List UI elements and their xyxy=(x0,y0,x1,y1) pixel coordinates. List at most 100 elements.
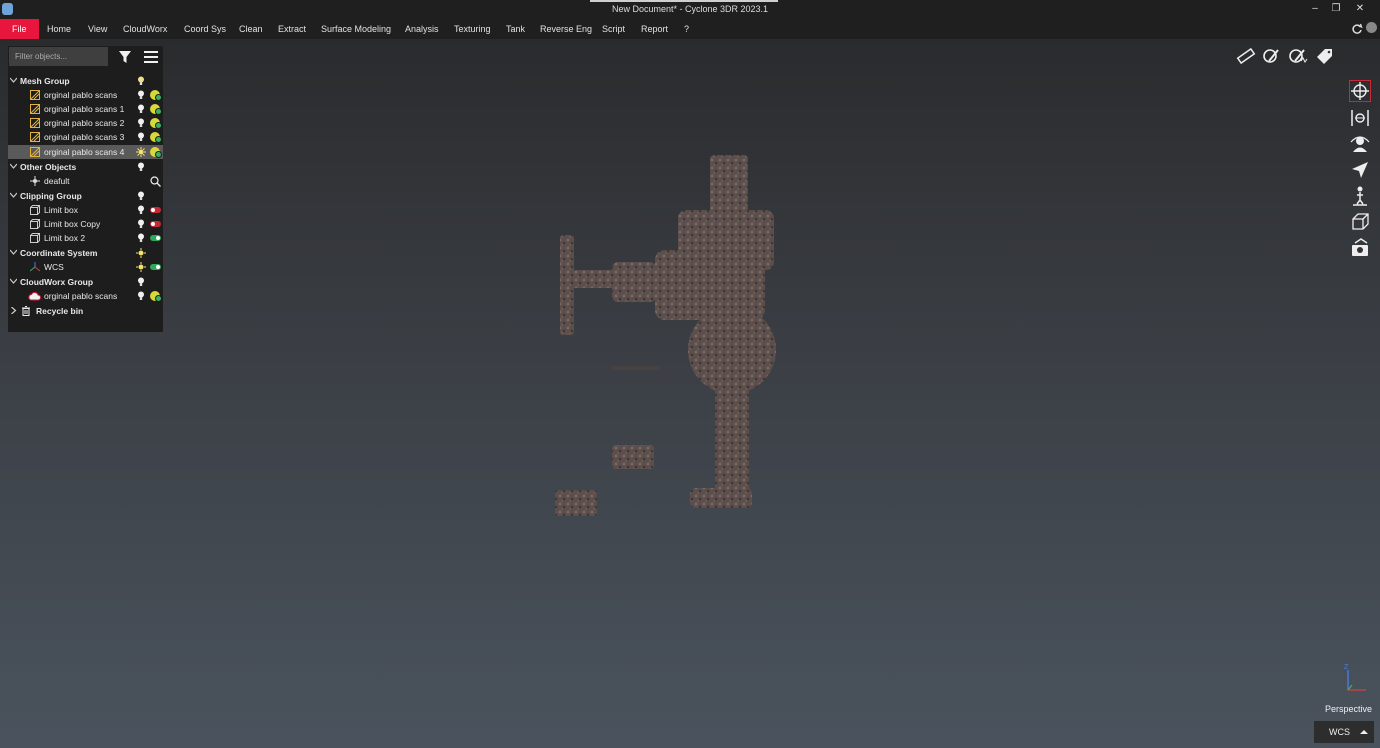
chevron-up-icon xyxy=(1360,730,1368,734)
tree-item-label: Limit box Copy xyxy=(44,219,101,229)
camera-flip-icon[interactable] xyxy=(1349,237,1371,259)
toggle-on-switch[interactable] xyxy=(150,235,161,241)
menu-clean[interactable]: Clean xyxy=(239,19,263,39)
close-button[interactable]: ✕ xyxy=(1351,1,1369,17)
light-bulb-icon[interactable] xyxy=(137,104,145,114)
trash-icon xyxy=(22,306,30,316)
tree-group-label: Recycle bin xyxy=(36,306,84,316)
light-bulb-icon[interactable] xyxy=(137,219,145,229)
light-on-icon[interactable] xyxy=(136,262,146,272)
tree-item-clipping[interactable]: Limit box 2 xyxy=(8,231,163,245)
texture-status-icon[interactable] xyxy=(150,132,162,143)
limit-box-icon xyxy=(30,205,40,215)
restore-button[interactable]: ❐ xyxy=(1327,1,1345,17)
tree-group-clipping[interactable]: Clipping Group xyxy=(8,189,163,203)
view-cube-icon[interactable] xyxy=(1349,211,1371,233)
menu-surface-modeling[interactable]: Surface Modeling xyxy=(321,19,391,39)
chevron-right-icon[interactable] xyxy=(10,307,17,314)
tree-group-coordinate-system[interactable]: Coordinate System xyxy=(8,246,163,260)
tree-item-other[interactable]: deafult xyxy=(8,174,163,188)
light-on-icon[interactable] xyxy=(136,147,146,157)
tree-item-label: orginal pablo scans 1 xyxy=(44,104,125,114)
tree-group-label: Other Objects xyxy=(20,162,77,172)
menu-tank[interactable]: Tank xyxy=(506,19,525,39)
light-bulb-icon[interactable] xyxy=(137,118,145,128)
refresh-icon[interactable] xyxy=(1351,23,1363,35)
filter-icon[interactable] xyxy=(118,50,132,64)
light-bulb-icon[interactable] xyxy=(137,277,145,287)
light-bulb-icon[interactable] xyxy=(137,291,145,301)
tree-item-mesh[interactable]: orginal pablo scans xyxy=(8,88,163,102)
walk-icon[interactable] xyxy=(1349,185,1371,207)
menu-texturing[interactable]: Texturing xyxy=(454,19,491,39)
chevron-down-icon[interactable] xyxy=(10,77,17,84)
toggle-off-switch[interactable] xyxy=(150,221,161,227)
tree-item-clipping[interactable]: Limit box Copy xyxy=(8,217,163,231)
tree-item-label: orginal pablo scans xyxy=(44,90,118,100)
light-on-icon[interactable] xyxy=(136,248,146,258)
texture-status-icon[interactable] xyxy=(150,147,162,158)
coordinate-system-select[interactable]: WCS xyxy=(1314,721,1374,743)
menu-view[interactable]: View xyxy=(88,19,107,39)
pan-icon[interactable] xyxy=(1349,107,1371,129)
tree-group-other-objects[interactable]: Other Objects xyxy=(8,160,163,174)
mesh-icon xyxy=(30,147,40,157)
texture-status-icon[interactable] xyxy=(150,291,162,302)
tree-item-mesh-selected[interactable]: orginal pablo scans 4 xyxy=(8,145,163,159)
tree-item-mesh[interactable]: orginal pablo scans 2 xyxy=(8,116,163,130)
menu-analysis[interactable]: Analysis xyxy=(405,19,439,39)
first-person-icon[interactable] xyxy=(1349,133,1371,155)
tree-menu-icon[interactable] xyxy=(144,51,159,64)
tree-item-coordinate[interactable]: WCS xyxy=(8,260,163,274)
chevron-down-icon[interactable] xyxy=(10,249,17,256)
menu-script[interactable]: Script xyxy=(602,19,625,39)
fly-icon[interactable] xyxy=(1349,159,1371,181)
tree-item-label: WCS xyxy=(44,262,64,272)
light-bulb-icon[interactable] xyxy=(137,76,145,86)
chevron-down-icon[interactable] xyxy=(10,278,17,285)
toggle-on-switch[interactable] xyxy=(150,264,161,270)
inspect-pen-graph-icon[interactable] xyxy=(1287,47,1309,65)
tree-group-label: Clipping Group xyxy=(20,191,82,201)
light-bulb-icon[interactable] xyxy=(137,90,145,100)
menu-extract[interactable]: Extract xyxy=(278,19,306,39)
light-bulb-icon[interactable] xyxy=(137,191,145,201)
tree-group-recycle-bin[interactable]: Recycle bin xyxy=(8,304,163,318)
tree-group-label: Coordinate System xyxy=(20,248,98,258)
measure-icon[interactable] xyxy=(1235,47,1257,65)
menu-coord-sys[interactable]: Coord Sys xyxy=(184,19,226,39)
light-bulb-icon[interactable] xyxy=(137,205,145,215)
light-bulb-icon[interactable] xyxy=(137,233,145,243)
tag-icon[interactable] xyxy=(1313,47,1335,65)
texture-status-icon[interactable] xyxy=(150,90,162,101)
filter-objects-input[interactable] xyxy=(9,47,108,66)
menu-report[interactable]: Report xyxy=(641,19,668,39)
menu-file[interactable]: File xyxy=(0,19,39,39)
tree-group-mesh[interactable]: Mesh Group xyxy=(8,74,163,88)
projection-label[interactable]: Perspective xyxy=(1314,704,1372,714)
texture-status-icon[interactable] xyxy=(150,118,162,129)
menu-reverse-eng[interactable]: Reverse Eng xyxy=(540,19,592,39)
light-bulb-icon[interactable] xyxy=(137,132,145,142)
orbit-icon xyxy=(1351,82,1369,100)
menu-home[interactable]: Home xyxy=(47,19,71,39)
toggle-off-switch[interactable] xyxy=(150,207,161,213)
help-bubble-icon[interactable] xyxy=(1366,22,1377,33)
texture-status-icon[interactable] xyxy=(150,104,162,115)
menu-cloudworx[interactable]: CloudWorx xyxy=(123,19,167,39)
tree-group-cloudworx[interactable]: CloudWorx Group xyxy=(8,275,163,289)
minimize-button[interactable]: – xyxy=(1306,1,1324,17)
chevron-down-icon[interactable] xyxy=(10,163,17,170)
tree-item-cloudworx[interactable]: orginal pablo scans xyxy=(8,289,163,303)
inspect-pen-icon[interactable] xyxy=(1261,47,1283,65)
scanned-mesh-model[interactable] xyxy=(550,150,790,520)
menu-help[interactable]: ? xyxy=(684,19,689,39)
chevron-down-icon[interactable] xyxy=(10,192,17,199)
search-icon[interactable] xyxy=(150,176,161,187)
title-accent-strip xyxy=(590,0,778,2)
tree-item-clipping[interactable]: Limit box xyxy=(8,203,163,217)
tree-item-mesh[interactable]: orginal pablo scans 1 xyxy=(8,102,163,116)
tree-item-mesh[interactable]: orginal pablo scans 3 xyxy=(8,130,163,144)
orbit-button[interactable] xyxy=(1349,80,1371,102)
light-bulb-icon[interactable] xyxy=(137,162,145,172)
